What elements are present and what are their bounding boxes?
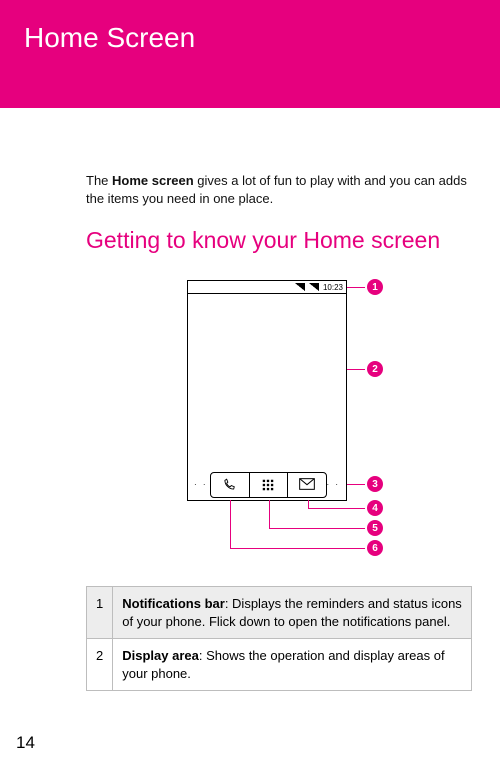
callout-line-1 bbox=[347, 287, 365, 288]
clock-label: 10:23 bbox=[323, 283, 343, 292]
dock-mail-button bbox=[287, 473, 326, 497]
callout-line-4h bbox=[308, 508, 365, 509]
intro-paragraph: The Home screen gives a lot of fun to pl… bbox=[86, 172, 472, 207]
page-number: 14 bbox=[16, 733, 35, 753]
page-content: The Home screen gives a lot of fun to pl… bbox=[0, 108, 500, 691]
legend-desc: Notifications bar: Displays the reminder… bbox=[113, 587, 472, 639]
dock bbox=[210, 472, 327, 498]
home-screen-diagram: 10:23 · · · · bbox=[86, 276, 472, 566]
callout-4: 4 bbox=[367, 500, 383, 516]
page-header: Home Screen bbox=[0, 0, 500, 108]
callout-line-5h bbox=[269, 528, 365, 529]
phone-icon bbox=[221, 478, 239, 492]
callout-line-4v bbox=[308, 500, 309, 508]
legend-num: 2 bbox=[87, 639, 113, 691]
callout-5: 5 bbox=[367, 520, 383, 536]
phone-frame: 10:23 · · · · bbox=[187, 280, 347, 501]
callout-3: 3 bbox=[367, 476, 383, 492]
dock-row: · · · · bbox=[188, 470, 346, 501]
page-indicator-right: · · bbox=[326, 480, 340, 489]
display-area bbox=[188, 294, 346, 470]
callout-6: 6 bbox=[367, 540, 383, 556]
callout-line-5v bbox=[269, 500, 270, 528]
table-row: 1 Notifications bar: Displays the remind… bbox=[87, 587, 472, 639]
section-title: Getting to know your Home screen bbox=[86, 227, 472, 254]
status-bar: 10:23 bbox=[188, 281, 346, 294]
legend-table: 1 Notifications bar: Displays the remind… bbox=[86, 586, 472, 691]
dock-phone-button bbox=[211, 473, 249, 497]
legend-num: 1 bbox=[87, 587, 113, 639]
legend-desc: Display area: Shows the operation and di… bbox=[113, 639, 472, 691]
callout-line-6h bbox=[230, 548, 365, 549]
intro-bold: Home screen bbox=[112, 173, 194, 188]
mail-icon bbox=[298, 478, 316, 492]
callout-2: 2 bbox=[367, 361, 383, 377]
callout-line-6v bbox=[230, 500, 231, 548]
dock-apps-button bbox=[249, 473, 288, 497]
grid-icon bbox=[260, 478, 278, 492]
table-row: 2 Display area: Shows the operation and … bbox=[87, 639, 472, 691]
callout-line-2 bbox=[347, 369, 365, 370]
page-indicator-left: · · bbox=[194, 480, 208, 489]
callout-1: 1 bbox=[367, 279, 383, 295]
callout-line-3 bbox=[347, 484, 365, 485]
page-title: Home Screen bbox=[24, 22, 195, 53]
signal-icon bbox=[295, 283, 305, 291]
signal-icon bbox=[309, 283, 319, 291]
intro-prefix: The bbox=[86, 173, 112, 188]
